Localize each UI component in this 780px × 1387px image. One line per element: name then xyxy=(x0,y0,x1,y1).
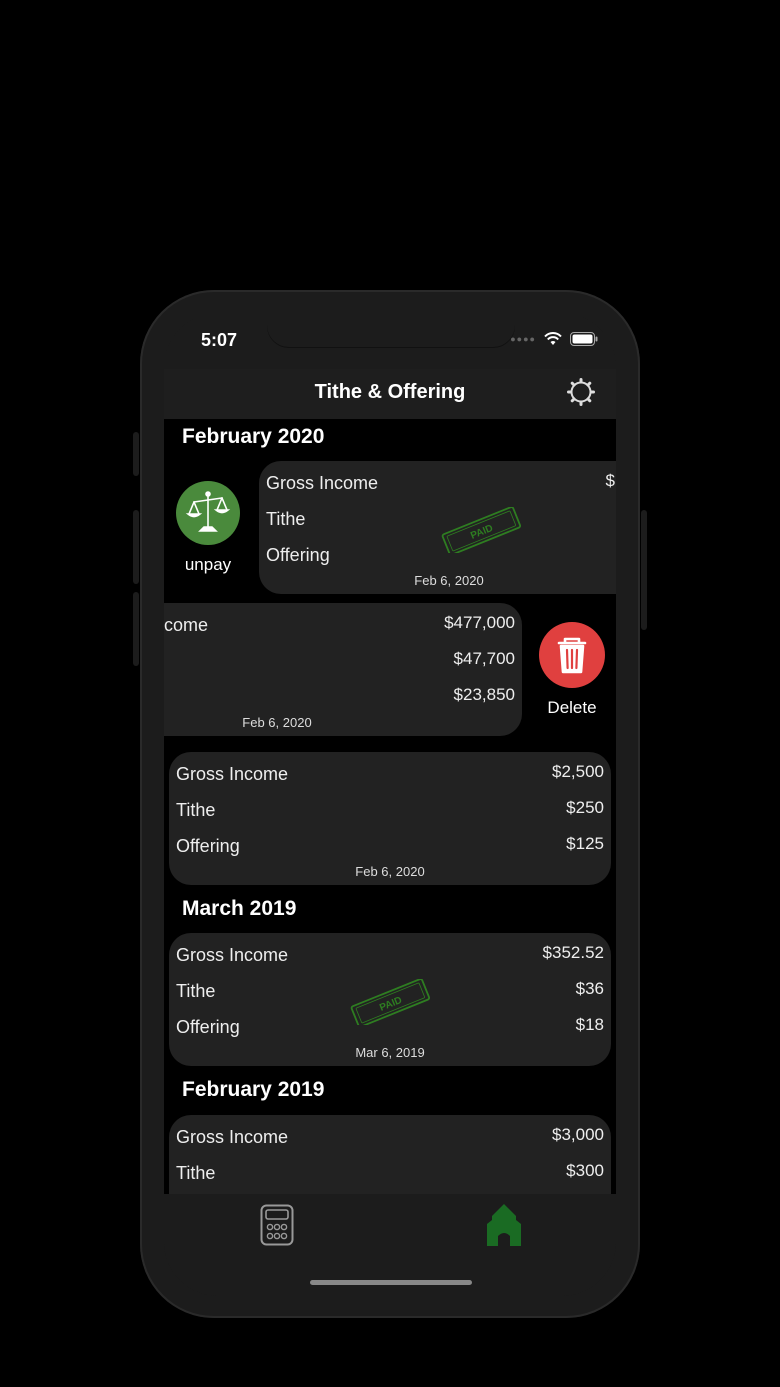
volume-down-button xyxy=(133,592,139,666)
entry-date: Mar 6, 2019 xyxy=(355,1045,425,1060)
offering-value: $125 xyxy=(566,834,604,853)
battery-icon xyxy=(570,332,598,346)
volume-up-button xyxy=(133,510,139,584)
notch xyxy=(267,313,515,347)
tithe-entry-card[interactable]: Gross Income Tithe Offering $352.52 $36 … xyxy=(169,933,611,1066)
gross-income-value: $ xyxy=(605,471,615,490)
mute-switch xyxy=(133,432,139,476)
status-time: 5:07 xyxy=(201,330,238,350)
gear-icon[interactable] xyxy=(566,377,596,407)
church-icon[interactable] xyxy=(486,1202,522,1246)
entry-date: Feb 6, 2020 xyxy=(355,864,425,879)
tithe-value: $300 xyxy=(566,1161,604,1180)
paid-stamp-icon: PAID xyxy=(441,507,522,553)
page-title: Tithe & Offering xyxy=(314,381,466,403)
home-indicator xyxy=(310,1280,472,1285)
tithe-entry-card[interactable]: Gross Income Tithe Offering $ PAID Feb 6… xyxy=(259,461,616,594)
gross-income-label: Gross Income xyxy=(176,945,289,965)
tithe-value: $47,700 xyxy=(453,649,515,668)
tithe-label: Tithe xyxy=(176,800,216,820)
trash-icon xyxy=(557,637,587,674)
tithe-entry-card[interactable]: come $477,000 $47,700 $23,850 Feb 6, 202… xyxy=(164,603,522,736)
scales-icon xyxy=(185,491,231,532)
tithe-label: Tithe xyxy=(176,981,216,1001)
offering-label: Offering xyxy=(266,545,330,565)
unpay-button[interactable] xyxy=(176,481,240,545)
wifi-icon xyxy=(544,332,562,345)
gross-income-value: $2,500 xyxy=(552,762,604,781)
offering-label: Offering xyxy=(176,1017,240,1037)
gross-income-label: Gross Income xyxy=(176,1127,289,1147)
unpay-label: unpay xyxy=(184,555,232,574)
gross-income-label: come xyxy=(164,615,209,635)
delete-label: Delete xyxy=(547,698,597,717)
signal-dots-icon: ●●●● xyxy=(510,334,536,344)
entry-date: Feb 6, 2020 xyxy=(414,573,484,588)
delete-button[interactable] xyxy=(539,622,605,688)
entry-date: Feb 6, 2020 xyxy=(242,715,312,730)
navigation-bar: Tithe & Offering xyxy=(164,369,616,419)
tithe-label: Tithe xyxy=(266,509,306,529)
section-header: February 2019 xyxy=(182,1078,325,1101)
tithe-entry-card[interactable]: Gross Income Tithe $3,000 $300 xyxy=(169,1115,611,1194)
app-screen: 5:07 ●●●● Tithe & Offering February 2020… xyxy=(164,313,616,1296)
offering-value: $23,850 xyxy=(453,685,515,704)
tithe-entry-card[interactable]: Gross Income Tithe Offering $2,500 $250 … xyxy=(169,752,611,885)
gross-income-label: Gross Income xyxy=(266,473,379,493)
calculator-icon[interactable] xyxy=(260,1204,294,1246)
gross-income-value: $477,000 xyxy=(444,613,515,632)
section-header: February 2020 xyxy=(182,425,325,448)
gross-income-label: Gross Income xyxy=(176,764,289,784)
status-icons: ●●●● xyxy=(510,332,598,346)
offering-label: Offering xyxy=(176,836,240,856)
section-header: March 2019 xyxy=(182,897,297,920)
tithe-list[interactable]: February 2020 unpay Gross Income Tithe O… xyxy=(164,419,616,1194)
tithe-value: $36 xyxy=(575,979,604,998)
power-button xyxy=(641,510,647,630)
tithe-value: $250 xyxy=(566,798,604,817)
gross-income-value: $352.52 xyxy=(542,943,604,962)
paid-stamp-icon: PAID xyxy=(350,979,431,1025)
gross-income-value: $3,000 xyxy=(552,1125,604,1144)
tithe-label: Tithe xyxy=(176,1163,216,1183)
offering-value: $18 xyxy=(575,1015,604,1034)
